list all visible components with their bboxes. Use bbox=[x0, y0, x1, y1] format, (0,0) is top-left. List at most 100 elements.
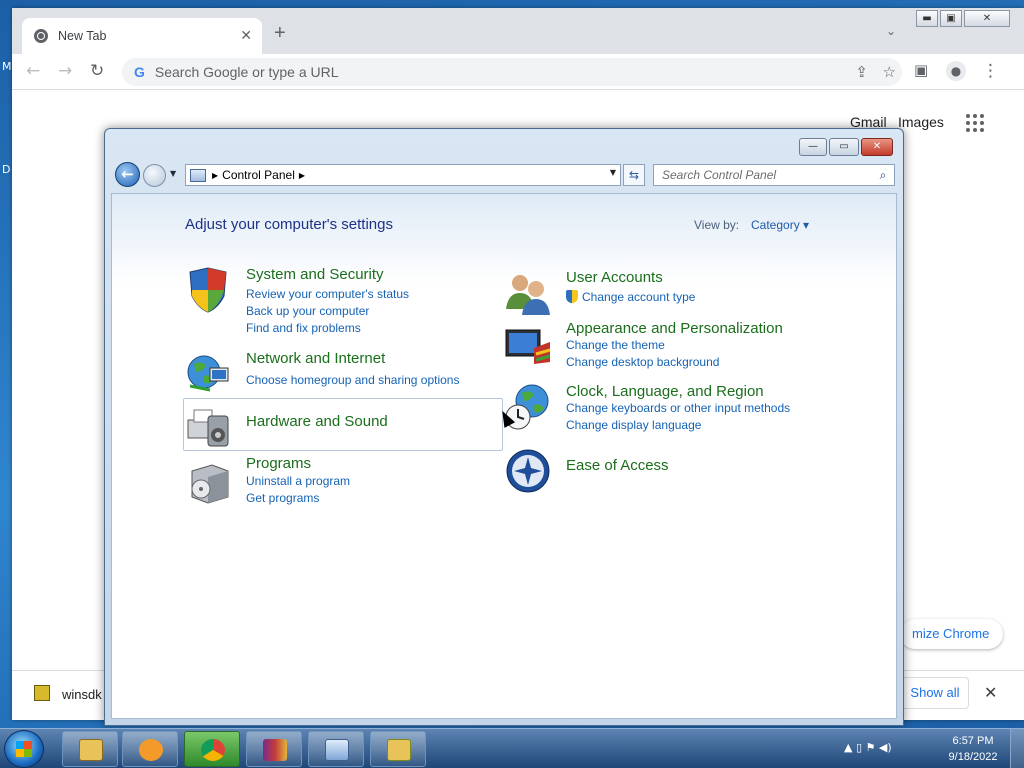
view-by-dropdown[interactable]: Category ▾ bbox=[751, 218, 809, 232]
address-dropdown-icon[interactable]: ▼ bbox=[610, 168, 616, 177]
media-player-icon bbox=[139, 739, 163, 761]
uac-shield-icon bbox=[566, 290, 578, 303]
forward-arrow-icon[interactable] bbox=[143, 164, 166, 187]
view-by-label: View by: bbox=[694, 218, 740, 232]
printer-speaker-icon bbox=[187, 409, 229, 447]
breadcrumb-arrow-icon[interactable]: ▶ bbox=[299, 171, 305, 180]
category-title[interactable]: User Accounts bbox=[566, 269, 663, 286]
search-control-panel-input[interactable]: Search Control Panel ⌕ bbox=[653, 164, 895, 186]
breadcrumb-control-panel[interactable]: Control Panel bbox=[222, 168, 295, 182]
cp-close-button[interactable]: ✕ bbox=[861, 138, 893, 156]
share-icon[interactable]: ⇪ bbox=[855, 63, 868, 81]
download-bar-close-icon[interactable]: ✕ bbox=[984, 683, 997, 702]
recent-pages-dropdown-icon[interactable]: ▼ bbox=[170, 169, 176, 178]
taskbar-winrar[interactable] bbox=[246, 731, 302, 767]
search-icon[interactable]: ⌕ bbox=[872, 168, 894, 183]
category-system-and-security: System and Security Review your computer… bbox=[184, 266, 494, 336]
monitor-paintbrush-icon bbox=[505, 329, 551, 364]
chrome-menu-icon[interactable]: ⋮ bbox=[982, 61, 999, 81]
category-link[interactable]: Change the theme bbox=[566, 338, 665, 352]
category-title[interactable]: Appearance and Personalization bbox=[566, 320, 783, 337]
category-title[interactable]: System and Security bbox=[246, 266, 384, 283]
omnibox-placeholder: Search Google or type a URL bbox=[154, 64, 339, 80]
category-title[interactable]: Clock, Language, and Region bbox=[566, 383, 764, 400]
category-user-accounts: User Accounts Change account type bbox=[504, 269, 834, 315]
category-link[interactable]: Change display language bbox=[566, 418, 701, 432]
bookmark-star-icon[interactable]: ☆ bbox=[883, 63, 896, 81]
breadcrumb-arrow-icon[interactable]: ▶ bbox=[212, 171, 218, 180]
forward-icon[interactable]: → bbox=[58, 61, 72, 81]
category-link[interactable]: Back up your computer bbox=[246, 304, 369, 318]
sync-folder-icon bbox=[387, 739, 411, 761]
shield-icon bbox=[189, 267, 227, 313]
taskbar-sync-folder[interactable] bbox=[370, 731, 426, 767]
profile-icon[interactable]: ● bbox=[946, 61, 966, 81]
show-all-button[interactable]: Show all bbox=[901, 677, 969, 709]
google-apps-icon[interactable] bbox=[966, 114, 984, 132]
cp-maximize-button[interactable]: ▭ bbox=[829, 138, 859, 156]
folder-icon bbox=[79, 739, 103, 761]
close-button[interactable]: ✕ bbox=[964, 10, 1010, 27]
clock-time: 6:57 PM bbox=[952, 735, 994, 747]
notification-area-icons[interactable]: ▲ ▯ ⚑ ◀) bbox=[844, 741, 892, 754]
category-title[interactable]: Hardware and Sound bbox=[246, 413, 388, 430]
globe-network-icon bbox=[187, 355, 229, 392]
download-item[interactable]: winsdk bbox=[62, 687, 102, 702]
google-icon: G bbox=[134, 64, 145, 80]
category-programs: Programs Uninstall a program Get program… bbox=[184, 455, 494, 510]
category-link[interactable]: Review your computer's status bbox=[246, 287, 409, 301]
control-panel-icon bbox=[325, 739, 349, 761]
images-link[interactable]: Images bbox=[898, 114, 944, 130]
customize-chrome-button[interactable]: mize Chrome bbox=[900, 619, 1004, 649]
category-link[interactable]: Change desktop background bbox=[566, 355, 719, 369]
taskbar: ▲ ▯ ⚑ ◀) 6:57 PM 9/18/2022 bbox=[0, 728, 1024, 768]
taskbar-control-panel[interactable] bbox=[308, 731, 364, 767]
tab-title: New Tab bbox=[58, 29, 107, 43]
tab-close-icon[interactable]: ✕ bbox=[240, 28, 252, 44]
category-title[interactable]: Network and Internet bbox=[246, 350, 385, 367]
desktop-edge-glyph: M bbox=[2, 60, 12, 73]
reload-icon[interactable]: ↻ bbox=[90, 61, 104, 81]
chrome-icon bbox=[201, 739, 225, 761]
back-arrow-icon[interactable]: ← bbox=[115, 162, 140, 187]
start-button[interactable] bbox=[4, 730, 44, 768]
chrome-toolbar: ← → ↻ G Search Google or type a URL ⇪ ☆ … bbox=[12, 54, 1024, 90]
control-panel-content: Adjust your computer's settings View by:… bbox=[111, 193, 897, 719]
side-panel-icon[interactable]: ▣ bbox=[914, 61, 928, 79]
taskbar-chrome[interactable] bbox=[184, 731, 240, 767]
winrar-icon bbox=[263, 739, 287, 761]
users-icon bbox=[506, 275, 550, 315]
category-link[interactable]: Choose homegroup and sharing options bbox=[246, 373, 459, 387]
system-clock[interactable]: 6:57 PM 9/18/2022 bbox=[946, 733, 1000, 765]
category-hardware-and-sound[interactable]: Hardware and Sound bbox=[183, 398, 503, 451]
category-title[interactable]: Programs bbox=[246, 455, 311, 472]
category-link[interactable]: Uninstall a program bbox=[246, 474, 350, 488]
show-desktop-button[interactable] bbox=[1010, 729, 1024, 768]
ease-of-access-icon bbox=[506, 449, 550, 493]
new-tab-button[interactable]: + bbox=[274, 22, 286, 45]
restore-button[interactable]: ▣ bbox=[940, 10, 962, 27]
taskbar-media-player[interactable] bbox=[122, 731, 178, 767]
back-icon[interactable]: ← bbox=[26, 61, 40, 81]
tab-search-icon[interactable]: ⌄ bbox=[886, 24, 896, 38]
category-link[interactable]: Get programs bbox=[246, 491, 319, 505]
refresh-icon[interactable]: ⇆ bbox=[623, 164, 645, 186]
category-ease-of-access: Ease of Access bbox=[504, 447, 814, 495]
category-link[interactable]: Find and fix problems bbox=[246, 321, 361, 335]
category-clock-language-and-region: Clock, Language, and Region Change keybo… bbox=[504, 383, 844, 432]
clock-date: 9/18/2022 bbox=[948, 751, 998, 763]
omnibox[interactable]: G Search Google or type a URL ⇪ ☆ bbox=[122, 58, 902, 86]
category-appearance-and-personalization: Appearance and Personalization Change th… bbox=[504, 320, 844, 369]
tab-new-tab[interactable]: New Tab ✕ bbox=[22, 18, 262, 54]
address-bar[interactable]: ▶ Control Panel ▶ ▼ bbox=[185, 164, 621, 186]
category-link[interactable]: Change account type bbox=[566, 290, 695, 304]
minimize-button[interactable]: ▬ bbox=[916, 10, 938, 27]
tab-strip: New Tab ✕ + ⌄ ▬ ▣ ✕ bbox=[12, 8, 1024, 54]
taskbar-explorer[interactable] bbox=[62, 731, 118, 767]
category-title[interactable]: Ease of Access bbox=[566, 457, 669, 474]
download-file-icon bbox=[34, 685, 50, 701]
navigation-bar: ← ▼ ▶ Control Panel ▶ ▼ ⇆ Search Control… bbox=[113, 161, 897, 189]
cp-minimize-button[interactable]: — bbox=[799, 138, 827, 156]
programs-box-icon bbox=[191, 464, 229, 504]
category-link[interactable]: Change keyboards or other input methods bbox=[566, 401, 790, 415]
